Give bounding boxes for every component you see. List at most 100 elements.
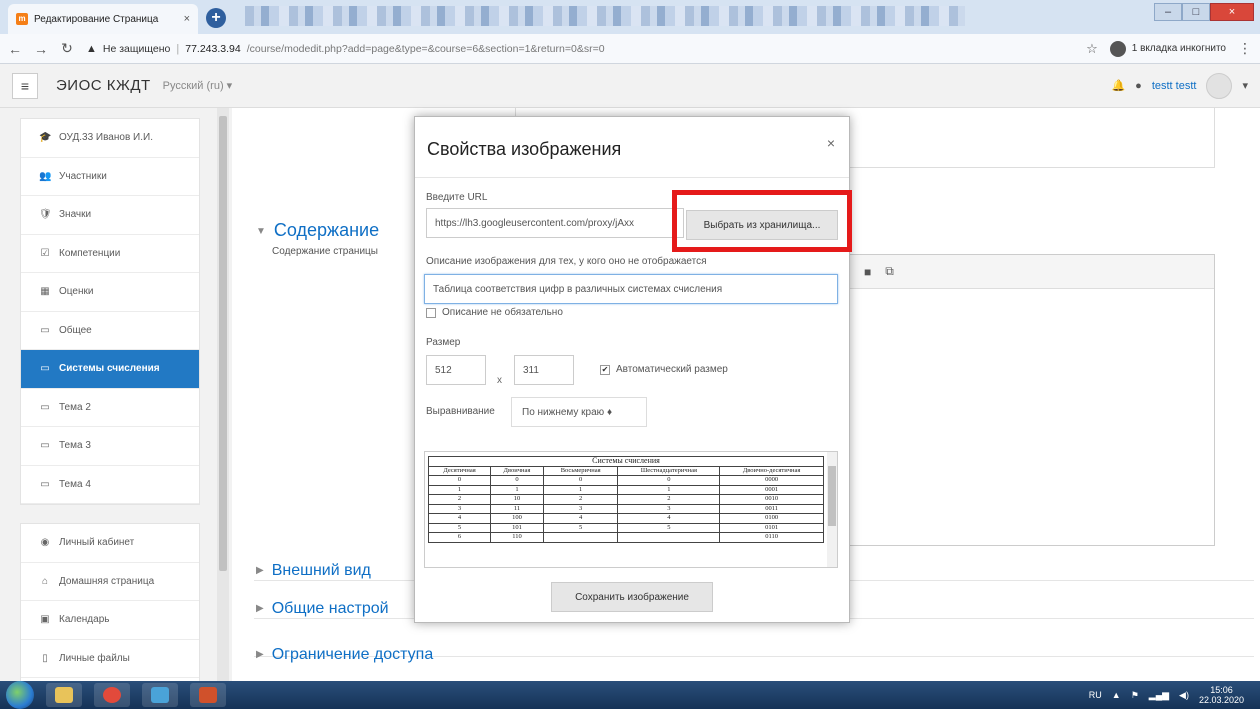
auto-size-checkbox-label: Автоматический размер bbox=[616, 364, 728, 375]
table-cell: 0 bbox=[490, 475, 544, 486]
decorative-checkbox-box[interactable] bbox=[426, 307, 436, 318]
section-access-title: Ограничение доступа bbox=[271, 646, 434, 663]
user-name[interactable]: testt testt bbox=[1152, 80, 1197, 92]
sidebar-item[interactable]: 👥 Участники bbox=[21, 158, 199, 196]
width-input[interactable]: 512 bbox=[426, 355, 486, 385]
close-window-button[interactable]: × bbox=[1210, 3, 1254, 21]
expand-chevron-icon: ▶ bbox=[256, 603, 264, 615]
table-cell: 10 bbox=[490, 494, 544, 505]
start-button[interactable] bbox=[6, 681, 34, 709]
table-cell: 5 bbox=[617, 522, 721, 533]
preview-table-header: Двоичная bbox=[490, 465, 544, 476]
folder-icon: ▭ bbox=[40, 324, 50, 336]
table-cell: 1 bbox=[427, 484, 492, 495]
sidebar-item[interactable]: ▭ Системы счисления bbox=[21, 350, 199, 389]
section-appearance-header[interactable]: ▶ Внешний вид bbox=[256, 562, 371, 580]
preview-scrollbar[interactable] bbox=[827, 452, 837, 567]
tray-arrow-icon[interactable]: ▲ bbox=[1112, 690, 1121, 700]
badge-icon: 🛡 bbox=[39, 209, 52, 221]
sidebar-item[interactable]: ▭ Тема 3 bbox=[21, 427, 199, 466]
clock-time: 15:06 bbox=[1210, 685, 1233, 695]
table-cell: 0 bbox=[427, 475, 492, 486]
messages-icon[interactable]: ● bbox=[1135, 80, 1142, 92]
network-icon[interactable]: ▂▄▆ bbox=[1149, 690, 1169, 701]
volume-icon[interactable]: ◀) bbox=[1179, 690, 1189, 701]
folder-icon: ▭ bbox=[40, 478, 50, 490]
sidebar-item[interactable]: ▣ Календарь bbox=[21, 601, 199, 640]
table-cell: 5 bbox=[427, 522, 492, 533]
folder-icon: ▭ bbox=[40, 401, 50, 413]
taskbar-powerpoint[interactable] bbox=[190, 683, 226, 707]
auto-size-checkbox-box[interactable]: ✔ bbox=[600, 364, 610, 375]
section-common-header[interactable]: ▶ Общие настрой bbox=[256, 600, 389, 618]
table-row: 1 1 1 1 0001 bbox=[427, 484, 824, 495]
table-cell: 2 bbox=[542, 494, 619, 505]
incognito-indicator[interactable]: 1 вкладка инкогнито bbox=[1109, 40, 1226, 57]
window-controls: – □ × bbox=[1154, 3, 1254, 21]
warning-icon: ▲ bbox=[86, 42, 97, 55]
manage-files-icon[interactable]: ⧉ bbox=[885, 264, 894, 279]
alignment-select[interactable]: По нижнему краю ♦ bbox=[511, 397, 647, 427]
table-cell: 11 bbox=[490, 503, 544, 514]
tab-close-icon[interactable]: × bbox=[184, 13, 190, 25]
clock[interactable]: 15:06 22.03.2020 bbox=[1199, 685, 1244, 705]
user-menu-chevron-icon[interactable]: ▾ bbox=[1242, 79, 1248, 92]
maximize-button[interactable]: □ bbox=[1182, 3, 1210, 21]
language-menu[interactable]: Русский (ru) ▾ bbox=[163, 79, 233, 92]
sidebar-item-label: Значки bbox=[59, 209, 92, 221]
notifications-bell-icon[interactable]: 🔔 bbox=[1111, 79, 1125, 92]
table-cell: 1 bbox=[617, 484, 721, 495]
site-brand[interactable]: ЭИОС КЖДТ bbox=[56, 77, 151, 94]
table-cell: 4 bbox=[542, 513, 619, 524]
image-url-input[interactable]: https://lh3.googleusercontent.com/proxy/… bbox=[426, 208, 684, 238]
insecure-label: Не защищено bbox=[102, 42, 171, 55]
flag-icon[interactable]: ⚑ bbox=[1131, 690, 1139, 701]
preview-table-body: 0 0 0 0 0000 1 1 1 1 0001 2 10 2 2 0010 3 11 3 3 0011 4 100 4 4… bbox=[427, 475, 824, 543]
browser-menu-icon[interactable]: ⋮ bbox=[1238, 40, 1252, 57]
expand-chevron-icon: ▶ bbox=[256, 649, 264, 661]
table-cell: 100 bbox=[490, 513, 544, 524]
sidebar-item[interactable]: ◉ Личный кабинет bbox=[21, 524, 199, 563]
drawer-toggle-button[interactable]: ≡ bbox=[12, 72, 38, 99]
sidebar-item[interactable]: ▭ Тема 4 bbox=[21, 466, 199, 504]
drawer-scrollbar-thumb[interactable] bbox=[219, 116, 227, 571]
table-row: 3 11 3 3 0011 bbox=[427, 503, 824, 514]
preview-scrollbar-thumb[interactable] bbox=[828, 466, 836, 526]
auto-size-checkbox[interactable]: ✔ Автоматический размер bbox=[600, 364, 728, 375]
folder-icon: ▭ bbox=[40, 363, 50, 375]
decorative-checkbox[interactable]: Описание не обязательно bbox=[426, 307, 563, 318]
sidebar-item[interactable]: ▯ Личные файлы bbox=[21, 640, 199, 678]
taskbar-chrome[interactable] bbox=[94, 683, 130, 707]
url-field[interactable]: ▲ Не защищено | 77.243.3.94/course/moded… bbox=[86, 43, 1074, 55]
drawer-scrollbar[interactable] bbox=[217, 108, 229, 681]
save-image-button[interactable]: Сохранить изображение bbox=[551, 582, 713, 612]
preview-table-header: Восьмеричная bbox=[542, 465, 619, 476]
height-input[interactable]: 311 bbox=[514, 355, 574, 385]
navbar-right: 🔔 ● testt testt ▾ bbox=[1111, 72, 1248, 99]
back-arrow-icon[interactable]: ← bbox=[8, 41, 22, 57]
sidebar-item-label: Участники bbox=[59, 170, 107, 182]
taskbar-explorer[interactable] bbox=[46, 683, 82, 707]
sidebar-item[interactable]: ▦ Оценки bbox=[21, 273, 199, 312]
table-cell: 0101 bbox=[719, 522, 824, 533]
sidebar-item[interactable]: ☑ Компетенции bbox=[21, 235, 199, 273]
sidebar-item[interactable]: 🛡 Значки bbox=[21, 196, 199, 235]
alt-text-input[interactable]: Таблица соответствия цифр в различных си… bbox=[424, 274, 838, 304]
sidebar-item[interactable]: ▭ Тема 2 bbox=[21, 389, 199, 427]
section-access-header[interactable]: ▶ Ограничение доступа bbox=[256, 646, 433, 664]
section-content-header[interactable]: ▼ Содержание bbox=[256, 220, 379, 241]
language-indicator[interactable]: RU bbox=[1089, 690, 1102, 700]
taskbar-app[interactable] bbox=[142, 683, 178, 707]
browser-tab[interactable]: m Редактирование Страница × bbox=[8, 4, 198, 34]
forward-arrow-icon[interactable]: → bbox=[34, 41, 48, 57]
video-icon[interactable]: ■ bbox=[864, 265, 871, 279]
reload-icon[interactable]: ↻ bbox=[60, 40, 74, 57]
bookmark-star-icon[interactable]: ☆ bbox=[1086, 41, 1098, 57]
minimize-button[interactable]: – bbox=[1154, 3, 1182, 21]
new-tab-button[interactable]: + bbox=[206, 8, 226, 28]
sidebar-item[interactable]: ⌂ Домашняя страница bbox=[21, 563, 199, 601]
sidebar-item[interactable]: 🎓 ОУД.33 Иванов И.И. bbox=[21, 119, 199, 158]
close-icon[interactable]: × bbox=[827, 135, 835, 151]
sidebar-item[interactable]: ▭ Общее bbox=[21, 312, 199, 350]
avatar[interactable] bbox=[1206, 72, 1233, 99]
